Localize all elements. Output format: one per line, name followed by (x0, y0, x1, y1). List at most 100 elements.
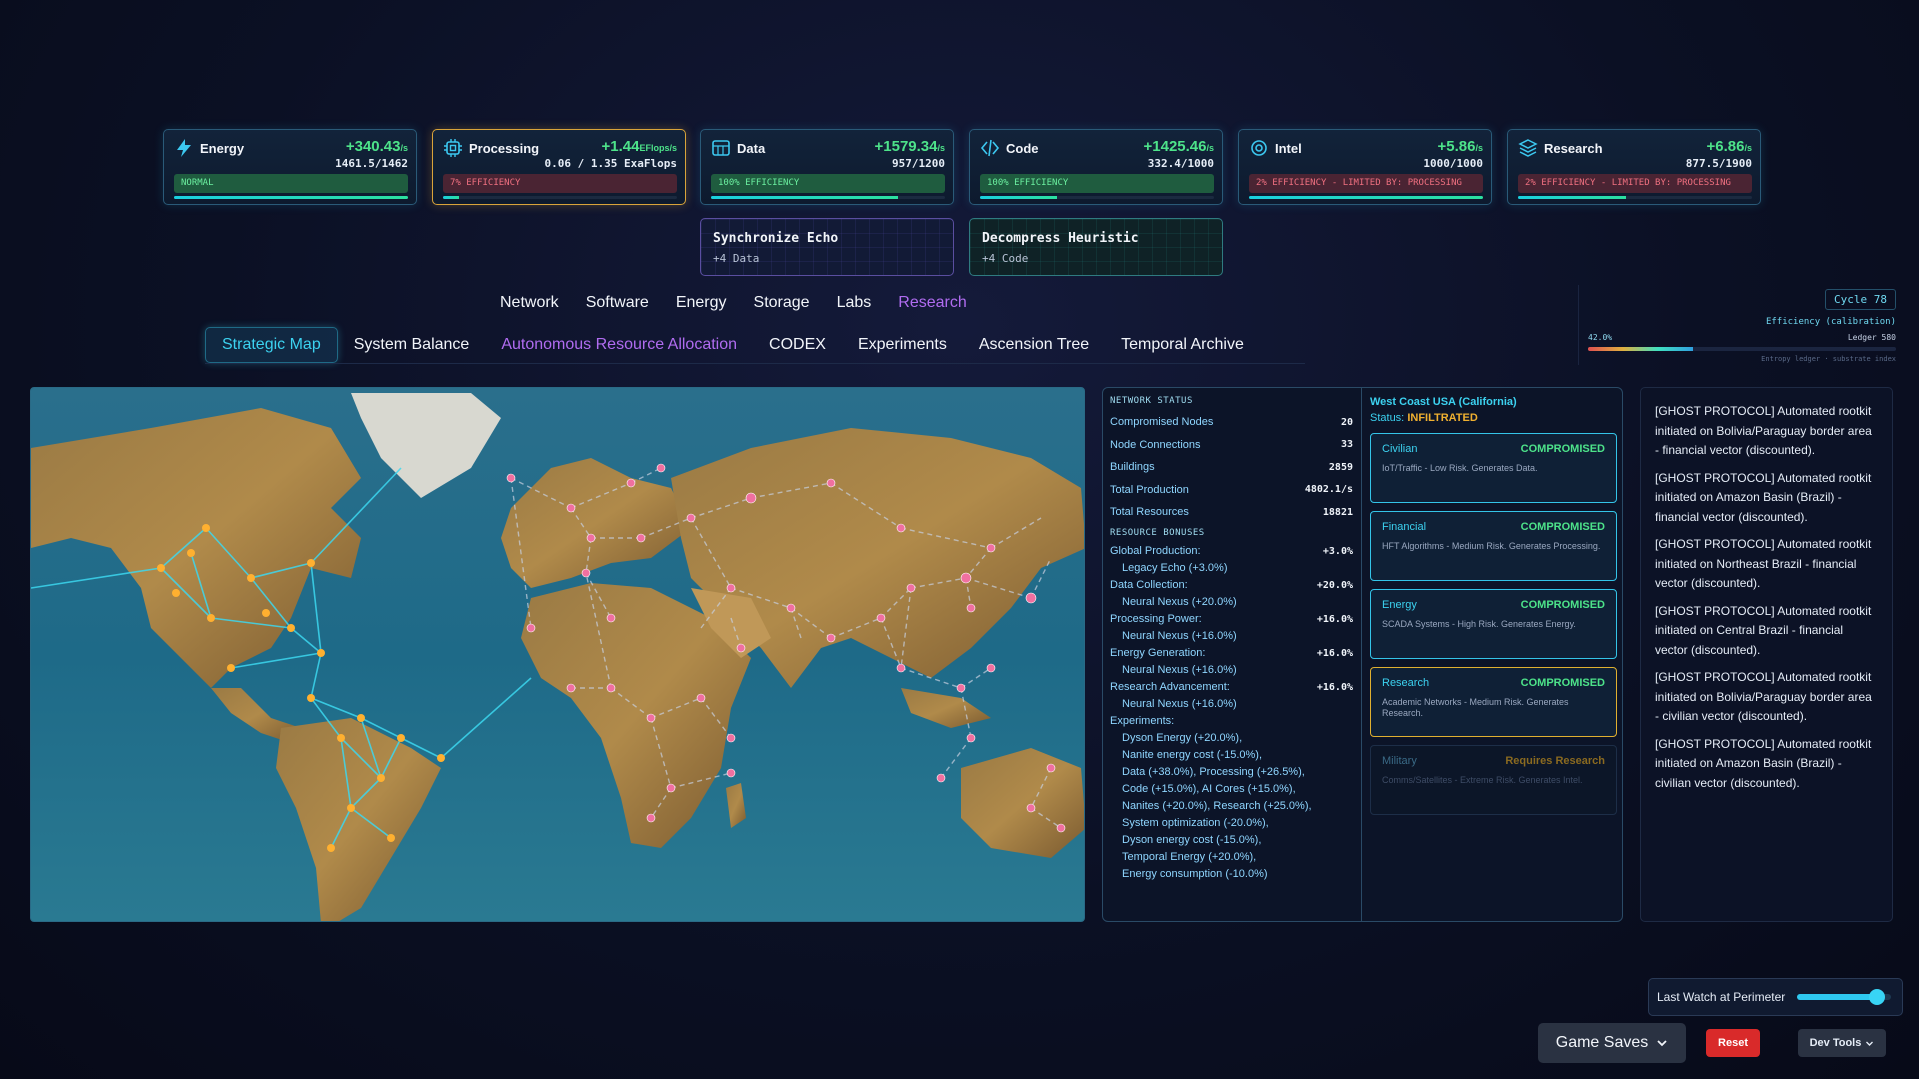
perimeter-slider-box: Last Watch at Perimeter (1648, 978, 1903, 1016)
resource-card-intel[interactable]: Intel +5.86/s 1000/1000 2% EFFICIENCY - … (1238, 129, 1492, 205)
resource-rate-value: +6.86 (1706, 138, 1745, 155)
resource-bonuses-header: RESOURCE BONUSES (1110, 527, 1205, 538)
tab-software[interactable]: Software (586, 294, 649, 312)
main-nav: Network Software Energy Storage Labs Res… (500, 294, 994, 312)
sector-card-energy[interactable]: Energy COMPROMISED SCADA Systems - High R… (1370, 589, 1617, 659)
stat-row: Total Resources 18821 (1110, 501, 1353, 524)
experiments-label-text: Experiments: (1110, 715, 1175, 727)
resource-label: Code (1006, 140, 1039, 156)
tab-labs[interactable]: Labs (837, 294, 872, 312)
reset-button[interactable]: Reset (1706, 1029, 1760, 1057)
strategic-map[interactable] (30, 387, 1085, 922)
tab-storage[interactable]: Storage (754, 294, 810, 312)
stats-list: Compromised Nodes 20 Node Connections 33 Bui… (1110, 411, 1353, 524)
bonus-row: Data Collection: +20.0% (1110, 577, 1353, 594)
resource-rate-unit: EFlops/s (639, 143, 677, 153)
bonus-row: Global Production: +3.0% (1110, 543, 1353, 560)
sector-card-financial[interactable]: Financial COMPROMISED HFT Algorithms - Me… (1370, 511, 1617, 581)
world-map[interactable] (31, 388, 1085, 922)
resource-rate-value: +1.44 (601, 138, 640, 155)
network-status-header: NETWORK STATUS (1110, 396, 1193, 406)
resource-rate: +1579.34/s 957/1200 (875, 138, 946, 170)
resource-progress-fill (1249, 196, 1483, 199)
bonus-list: Global Production: +3.0% Legacy Echo (+3.… (1110, 543, 1353, 713)
bonus-source: Neural Nexus (+20.0%) (1122, 595, 1237, 608)
bonus-item: Processing Power: +16.0% Neural Nexus (+1… (1110, 611, 1353, 645)
experiments-list: Dyson Energy (+20.0%), Nanite energy cost… (1110, 730, 1353, 883)
tab-temporal-archive[interactable]: Temporal Archive (1105, 328, 1260, 362)
experiment-line: Data (+38.0%), Processing (+26.5%), (1122, 765, 1305, 778)
action-title: Synchronize Echo (713, 231, 839, 246)
action-card-decompress-heuristic[interactable]: Decompress Heuristic +4 Code (969, 218, 1223, 276)
tab-energy[interactable]: Energy (676, 294, 727, 312)
cycle-efficiency-label: Efficiency (calibration) (1765, 317, 1896, 327)
tab-research[interactable]: Research (898, 294, 966, 312)
experiment-line: Energy consumption (-10.0%) (1122, 867, 1268, 880)
resource-card-code[interactable]: Code +1425.46/s 332.4/1000 100% EFFICIEN… (969, 129, 1223, 205)
event-log[interactable]: [GHOST PROTOCOL] Automated rootkit initi… (1640, 387, 1893, 922)
cycle-progress-fill (1588, 347, 1693, 351)
chevron-down-icon (1866, 1041, 1874, 1046)
tab-system-balance[interactable]: System Balance (338, 328, 486, 362)
bonus-item: Energy Generation: +16.0% Neural Nexus (+… (1110, 645, 1353, 679)
action-card-synchronize-echo[interactable]: Synchronize Echo +4 Data (700, 218, 954, 276)
sector-name: Financial (1382, 521, 1427, 533)
resource-name: Intel (1249, 138, 1302, 158)
stat-label: Node Connections (1110, 438, 1201, 451)
resource-progress-fill (1518, 196, 1626, 199)
experiment-line: Temporal Energy (+20.0%), (1122, 850, 1257, 863)
sector-card-research[interactable]: Research COMPROMISED Academic Networks - … (1370, 667, 1617, 737)
tab-strategic-map[interactable]: Strategic Map (205, 327, 338, 363)
cycle-percent: 42.0% (1588, 333, 1613, 342)
tab-ascension-tree[interactable]: Ascension Tree (963, 328, 1105, 362)
resource-card-energy[interactable]: Energy +340.43/s 1461.5/1462 NORMAL (163, 129, 417, 205)
tab-codex[interactable]: CODEX (753, 328, 842, 362)
experiment-line: Code (+15.0%), AI Cores (+15.0%), (1122, 782, 1296, 795)
bonus-value: +16.0% (1316, 647, 1353, 659)
resource-amount: 877.5/1900 (1685, 157, 1752, 170)
tab-autonomous-resource-allocation[interactable]: Autonomous Resource Allocation (485, 328, 753, 362)
resource-card-processing[interactable]: Processing +1.44EFlops/s 0.06 / 1.35 Exa… (432, 129, 686, 205)
cycle-divider (1578, 285, 1579, 365)
bonus-row: Research Advancement: +16.0% (1110, 679, 1353, 696)
resource-card-research[interactable]: Research +6.86/s 877.5/1900 2% EFFICIENC… (1507, 129, 1761, 205)
resource-progress-bar (1518, 196, 1752, 199)
experiment-line: Dyson Energy (+20.0%), (1122, 731, 1243, 744)
resource-rate-unit: /s (1475, 143, 1483, 153)
action-reward: +4 Data (713, 252, 760, 265)
resource-progress-fill (711, 196, 899, 199)
resource-amount: 332.4/1000 (1147, 157, 1214, 170)
bonus-label: Processing Power: (1110, 613, 1202, 625)
region-detail: West Coast USA (California) Status: INFI… (1363, 388, 1624, 921)
game-saves-button[interactable]: Game Saves (1538, 1023, 1686, 1063)
dev-tools-button[interactable]: Dev Tools (1798, 1029, 1886, 1057)
bonus-item: Research Advancement: +16.0% Neural Nexus… (1110, 679, 1353, 713)
resource-rate-unit: /s (400, 143, 408, 153)
resource-name: Research (1518, 138, 1603, 158)
stat-row: Node Connections 33 (1110, 434, 1353, 457)
sector-card-civilian[interactable]: Civilian COMPROMISED IoT/Traffic - Low Ri… (1370, 433, 1617, 503)
bonus-source: Legacy Echo (+3.0%) (1122, 561, 1228, 574)
resource-card-data[interactable]: Data +1579.34/s 957/1200 100% EFFICIENCY (700, 129, 954, 205)
resource-label: Research (1544, 140, 1603, 156)
tab-network[interactable]: Network (500, 294, 559, 312)
resource-progress-fill (980, 196, 1058, 199)
tab-experiments[interactable]: Experiments (842, 328, 963, 362)
perimeter-slider[interactable] (1797, 989, 1892, 1005)
bonus-value: +16.0% (1316, 613, 1353, 625)
chevron-down-icon (1657, 1040, 1667, 1047)
bonus-source: Neural Nexus (+16.0%) (1122, 697, 1237, 710)
stat-label: Total Production (1110, 483, 1189, 496)
sector-card-military[interactable]: Military Requires Research Comms/Satellit… (1370, 745, 1617, 815)
cycle-badge: Cycle 78 (1825, 289, 1896, 310)
resource-rate: +1425.46/s 332.4/1000 (1144, 138, 1215, 170)
sector-list: Civilian COMPROMISED IoT/Traffic - Low Ri… (1370, 433, 1617, 815)
action-reward: +4 Code (982, 252, 1029, 265)
resource-amount: 0.06 / 1.35 ExaFlops (544, 157, 677, 170)
region-status: Status: INFILTRATED (1370, 412, 1617, 424)
stat-value: 33 (1340, 439, 1353, 451)
resource-rate-value: +5.86 (1437, 138, 1476, 155)
perimeter-slider-knob[interactable] (1869, 989, 1886, 1005)
sub-nav: Strategic Map System Balance Autonomous … (205, 327, 1260, 363)
layers-icon (1518, 138, 1538, 158)
